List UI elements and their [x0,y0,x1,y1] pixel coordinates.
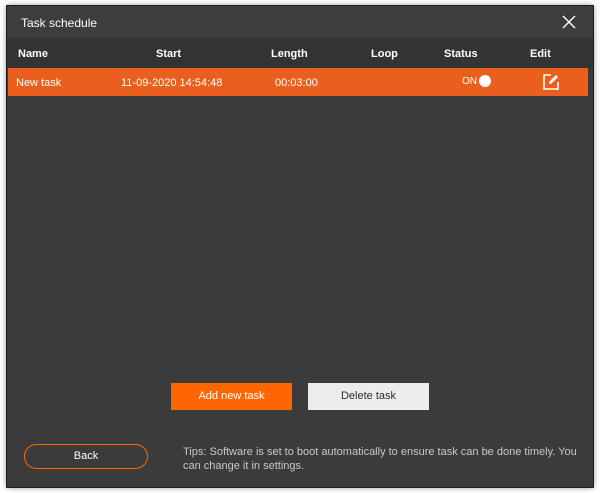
status-toggle[interactable]: ON [452,72,494,90]
task-name: New task [16,77,62,89]
column-header-length[interactable]: Length [271,48,308,60]
back-button[interactable]: Back [24,444,148,469]
close-icon[interactable] [561,14,577,30]
delete-task-button[interactable]: Delete task [308,383,429,410]
edit-icon[interactable] [542,73,560,91]
table-header: Name Start Length Loop Status Edit [7,38,593,68]
task-schedule-dialog: Task schedule Name Start Length Loop Sta… [7,6,593,487]
tips-text: Tips: Software is set to boot automatica… [183,446,577,472]
title-bar: Task schedule [7,6,593,38]
status-label: ON [462,76,477,87]
column-header-status[interactable]: Status [444,48,478,60]
column-header-name[interactable]: Name [18,48,48,60]
dialog-title: Task schedule [21,16,98,30]
column-header-loop[interactable]: Loop [371,48,398,60]
toggle-knob [479,75,491,87]
add-new-task-button[interactable]: Add new task [171,383,292,410]
task-start: 11-09-2020 14:54:48 [121,77,223,89]
task-length: 00:03:00 [275,77,318,89]
table-row[interactable]: New task 11-09-2020 14:54:48 00:03:00 ON [8,68,588,96]
column-header-edit[interactable]: Edit [530,48,551,60]
column-header-start[interactable]: Start [156,48,181,60]
